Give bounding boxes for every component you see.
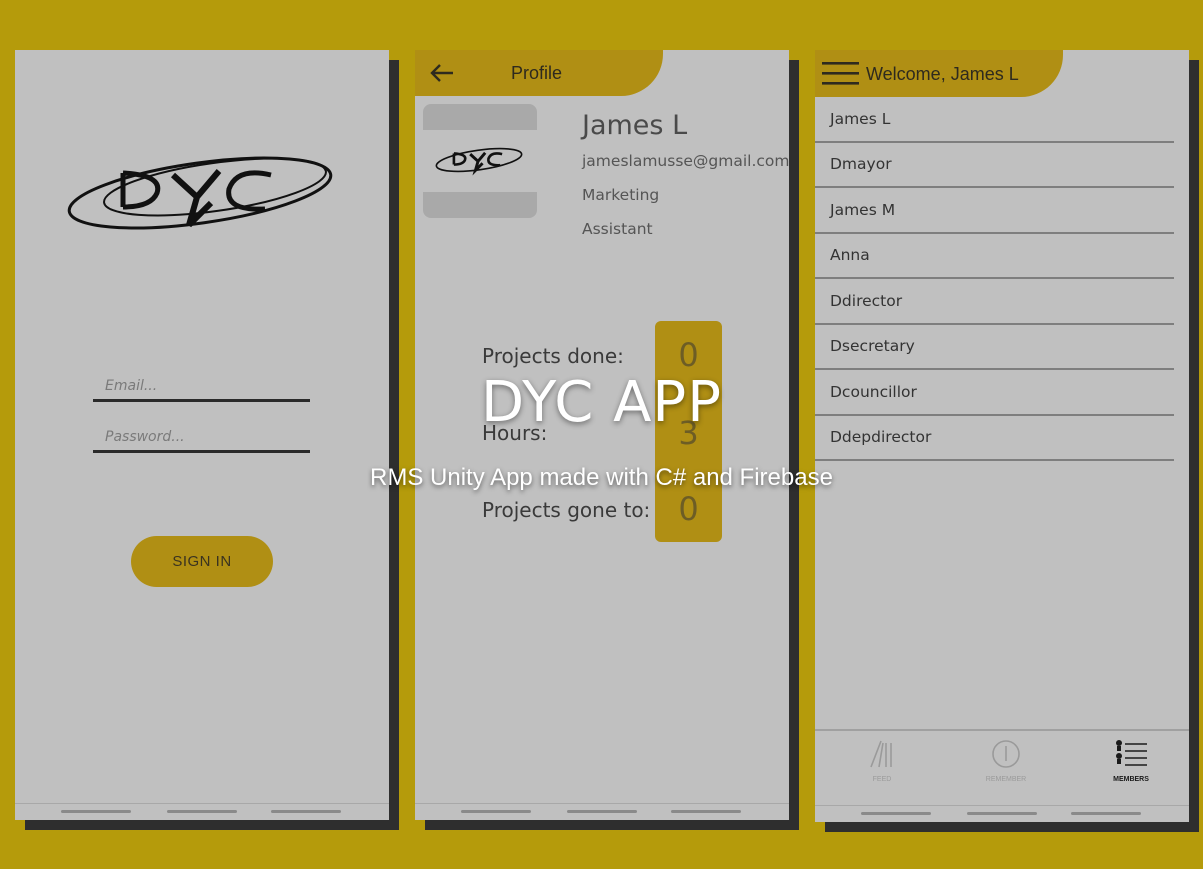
member-list-item[interactable]: James L [815,98,1174,143]
bottom-navigation: FEED REMEMBER MEMBERS [815,729,1189,794]
member-list-item[interactable]: Anna [815,234,1174,279]
profile-screen: Profile James L jameslamusse@gmail.com M… [415,50,789,820]
member-name: Anna [830,246,870,264]
page-title: Welcome, James L [866,64,1019,84]
profile-role: Assistant [582,220,653,238]
member-name: Dsecretary [830,337,915,355]
member-name: Ddirector [830,292,903,310]
nav-remember[interactable]: REMEMBER [961,739,1051,783]
system-nav-handle[interactable] [861,812,931,815]
member-name: Dmayor [830,155,892,173]
members-screen: Welcome, James L James L Dmayor James M … [815,50,1189,822]
sign-in-button[interactable]: SIGN IN [131,536,273,587]
login-screen: SIGN IN [15,50,389,820]
stat-value: 3 [678,414,699,452]
system-nav-handle[interactable] [461,810,531,813]
nav-members[interactable]: MEMBERS [1086,739,1176,783]
member-list-item[interactable]: Dmayor [815,143,1174,188]
system-nav-handle[interactable] [61,810,131,813]
members-icon [1116,740,1147,766]
system-nav-handle[interactable] [967,812,1037,815]
member-list-item[interactable]: Dsecretary [815,325,1174,370]
hamburger-menu-icon[interactable] [822,61,859,86]
profile-department: Marketing [582,186,660,204]
member-name: Dcouncillor [830,383,917,401]
nav-label: REMEMBER [985,776,1027,783]
dyc-logo [435,147,523,176]
system-nav-bar [15,803,389,820]
member-name: James L [830,110,891,128]
system-nav-handle[interactable] [671,810,741,813]
member-list-item[interactable]: Dcouncillor [815,371,1174,416]
member-list-item[interactable]: James M [815,189,1174,234]
system-nav-bar [815,805,1189,822]
email-field[interactable] [93,372,310,402]
stat-value: 0 [678,336,699,374]
system-nav-handle[interactable] [567,810,637,813]
stat-value: 0 [678,490,699,528]
system-nav-handle[interactable] [167,810,237,813]
info-icon [992,740,1020,768]
stat-label: Hours: [482,421,548,445]
profile-email: jameslamusse@gmail.com [582,152,789,170]
nav-label: FEED [872,776,892,783]
member-list-item[interactable]: Ddepdirector [815,416,1174,461]
system-nav-handle[interactable] [271,810,341,813]
page-title: Profile [511,63,563,83]
nav-label: MEMBERS [1113,776,1149,783]
stat-label: Projects gone to: [482,498,651,522]
profile-app-bar: Profile [415,50,663,96]
dyc-logo [67,156,333,230]
system-nav-handle[interactable] [1071,812,1141,815]
feed-icon [870,740,892,768]
nav-feed[interactable]: FEED [837,739,927,783]
member-name: Ddepdirector [830,428,932,446]
stat-label: Projects done: [482,344,624,368]
members-app-bar: Welcome, James L [815,50,1063,97]
system-nav-bar [415,803,789,820]
member-name: James M [830,201,896,219]
back-arrow-icon[interactable] [429,62,455,84]
avatar [423,104,537,218]
profile-name: James L [582,110,688,141]
password-field[interactable] [93,423,310,453]
member-list-item[interactable]: Ddirector [815,280,1174,325]
